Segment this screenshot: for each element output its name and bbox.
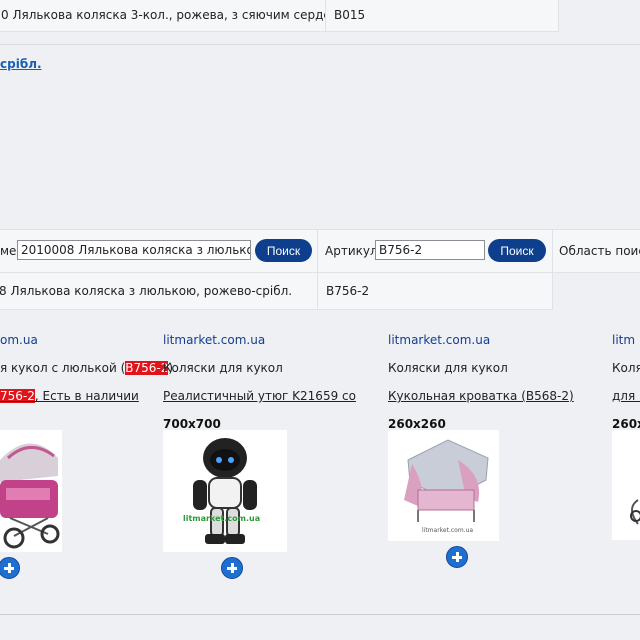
result-1-image[interactable] <box>0 430 62 552</box>
top-row-divider <box>0 44 640 45</box>
result-3-site[interactable]: litmarket.com.ua <box>388 333 490 347</box>
result-3-link[interactable]: Кукольная кроватка (B568-2) <box>388 389 574 403</box>
result-2-add-icon[interactable] <box>221 557 243 579</box>
result-2-watermark: litmarket.com.ua <box>183 514 261 523</box>
result-3-add-icon[interactable] <box>446 546 468 568</box>
result-2-site[interactable]: litmarket.com.ua <box>163 333 265 347</box>
result-2-dimensions: 700x700 <box>163 417 221 431</box>
result-1-category-highlight: B756-2 <box>125 361 169 375</box>
result-4-site[interactable]: litm <box>612 333 635 347</box>
result-1-add-icon[interactable] <box>0 557 20 579</box>
result-1-link[interactable]: 756-2, Есть в наличии <box>0 389 139 403</box>
result-row-article-cell: B756-2 <box>317 272 553 310</box>
top-row-article: B015 <box>334 8 366 22</box>
top-row-name: 0 Лялькова коляска 3-кол., рожева, з сяю… <box>1 8 326 22</box>
result-3-dimensions: 260x260 <box>388 417 446 431</box>
search-name-input[interactable]: 2010008 Лялькова коляска з люлькою, р <box>17 240 251 260</box>
result-2-category: Коляски для кукол <box>163 361 283 375</box>
result-4-dimensions: 260x <box>612 417 640 431</box>
result-4-image[interactable] <box>612 430 640 540</box>
search-area-label: Область поиск <box>559 244 640 258</box>
product-link-fragment[interactable]: срібл. <box>0 57 42 71</box>
bottom-divider <box>0 614 640 615</box>
result-4-category: Коля <box>612 361 640 375</box>
result-2-link[interactable]: Реалистичный утюг K21659 со <box>163 389 356 403</box>
result-3-category: Коляски для кукол <box>388 361 508 375</box>
search-article-label: Артикул: <box>325 244 382 258</box>
search-article-button[interactable]: Поиск <box>488 239 546 262</box>
result-3-image[interactable]: litmarket.com.ua <box>388 430 499 541</box>
result-row-name-cell: 8 Лялькова коляска з люлькою, рожево-срі… <box>0 272 318 310</box>
result-1-link-highlight: 756-2 <box>0 389 35 403</box>
search-article-input[interactable]: B756-2 <box>375 240 485 260</box>
search-name-button[interactable]: Поиск <box>255 239 312 262</box>
top-row-article-cell: B015 <box>325 0 559 32</box>
result-4-link[interactable]: для к <box>612 389 640 403</box>
result-2-image[interactable]: litmarket.com.ua <box>163 430 287 552</box>
result-1-site[interactable]: om.ua <box>0 333 38 347</box>
result-row-article: B756-2 <box>326 284 370 298</box>
top-row-name-cell: 0 Лялькова коляска 3-кол., рожева, з сяю… <box>0 0 326 32</box>
result-1-category: я кукол с люлькой (B756-2) <box>0 361 174 375</box>
result-3-watermark: litmarket.com.ua <box>422 527 474 534</box>
result-row-name: 8 Лялькова коляска з люлькою, рожево-срі… <box>0 284 293 298</box>
